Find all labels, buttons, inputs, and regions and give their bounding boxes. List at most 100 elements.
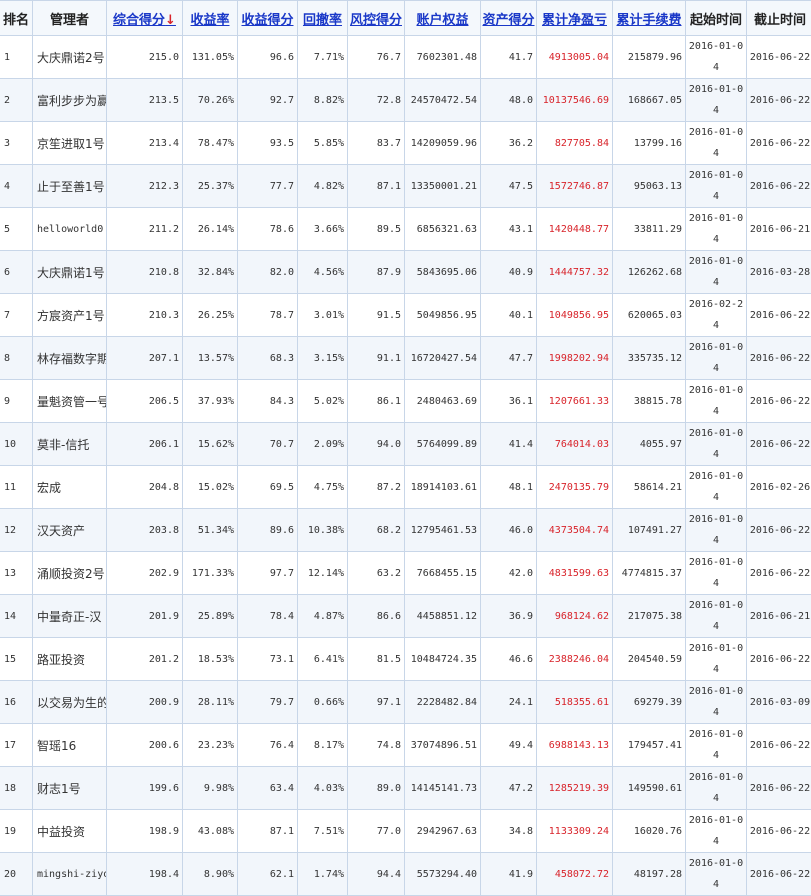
cell-fees: 179457.41: [613, 724, 686, 767]
cell-total-score: 206.5: [107, 380, 183, 423]
cell-rank: 19: [0, 810, 33, 853]
cell-asset-score: 47.7: [481, 337, 537, 380]
sort-drawdown[interactable]: 回撤率: [298, 1, 348, 36]
cell-end-time: 2016-06-22: [747, 36, 811, 79]
cell-return-rate: 51.34%: [183, 509, 238, 552]
cell-pnl: 4373504.74: [537, 509, 613, 552]
cell-drawdown: 4.56%: [298, 251, 348, 294]
sort-desc-arrow-icon: ↓: [165, 13, 176, 28]
table-row: 13涌顺投资2号202.9171.33%97.712.14%63.2766845…: [0, 552, 811, 595]
cell-start-time: 2016-02-24: [686, 294, 747, 337]
cell-pnl: 1133309.24: [537, 810, 613, 853]
table-row: 3京笙进取1号213.478.47%93.55.85%83.714209059.…: [0, 122, 811, 165]
cell-start-time: 2016-01-04: [686, 423, 747, 466]
cell-equity: 18914103.61: [405, 466, 481, 509]
cell-drawdown: 1.74%: [298, 853, 348, 896]
cell-return-rate: 25.89%: [183, 595, 238, 638]
table-row: 12汉天资产203.851.34%89.610.38%68.212795461.…: [0, 509, 811, 552]
cell-equity: 14145141.73: [405, 767, 481, 810]
cell-risk-score: 77.0: [348, 810, 405, 853]
sort-return-rate[interactable]: 收益率: [183, 1, 238, 36]
cell-asset-score: 36.1: [481, 380, 537, 423]
cell-return-rate: 32.84%: [183, 251, 238, 294]
cell-pnl: 1049856.95: [537, 294, 613, 337]
cell-risk-score: 86.6: [348, 595, 405, 638]
cell-return-score: 70.7: [238, 423, 298, 466]
table-row: 19中益投资198.943.08%87.17.51%77.02942967.63…: [0, 810, 811, 853]
cell-end-time: 2016-06-22: [747, 165, 811, 208]
table-row: 18财志1号199.69.98%63.44.03%89.014145141.73…: [0, 767, 811, 810]
cell-start-time: 2016-01-04: [686, 208, 747, 251]
cell-drawdown: 4.87%: [298, 595, 348, 638]
header-total-score-label: 综合得分: [113, 13, 165, 28]
table-row: 4止于至善1号212.325.37%77.74.82%87.113350001.…: [0, 165, 811, 208]
cell-risk-score: 97.1: [348, 681, 405, 724]
cell-end-time: 2016-06-22: [747, 638, 811, 681]
table-row: 9量魁资管一号206.537.93%84.35.02%86.12480463.6…: [0, 380, 811, 423]
table-row: 17智瑶16200.623.23%76.48.17%74.837074896.5…: [0, 724, 811, 767]
cell-fees: 69279.39: [613, 681, 686, 724]
cell-fees: 38815.78: [613, 380, 686, 423]
cell-end-time: 2016-06-22: [747, 337, 811, 380]
sort-return-score[interactable]: 收益得分: [238, 1, 298, 36]
cell-start-time: 2016-01-04: [686, 681, 747, 724]
cell-manager: 中量奇正-汉: [33, 595, 107, 638]
cell-start-time: 2016-01-04: [686, 509, 747, 552]
cell-fees: 16020.76: [613, 810, 686, 853]
cell-equity: 14209059.96: [405, 122, 481, 165]
cell-start-time: 2016-01-04: [686, 79, 747, 122]
cell-end-time: 2016-03-28: [747, 251, 811, 294]
cell-total-score: 199.6: [107, 767, 183, 810]
sort-pnl[interactable]: 累计净盈亏: [537, 1, 613, 36]
cell-drawdown: 2.09%: [298, 423, 348, 466]
table-row: 8林存福数字期207.113.57%68.33.15%91.116720427.…: [0, 337, 811, 380]
cell-risk-score: 81.5: [348, 638, 405, 681]
cell-rank: 16: [0, 681, 33, 724]
cell-manager: 量魁资管一号: [33, 380, 107, 423]
cell-risk-score: 86.1: [348, 380, 405, 423]
cell-end-time: 2016-06-22: [747, 79, 811, 122]
cell-pnl: 1572746.87: [537, 165, 613, 208]
cell-manager: 智瑶16: [33, 724, 107, 767]
cell-total-score: 202.9: [107, 552, 183, 595]
cell-return-score: 62.1: [238, 853, 298, 896]
cell-total-score: 207.1: [107, 337, 183, 380]
cell-return-rate: 18.53%: [183, 638, 238, 681]
cell-pnl: 968124.62: [537, 595, 613, 638]
cell-return-score: 69.5: [238, 466, 298, 509]
sort-risk-score[interactable]: 风控得分: [348, 1, 405, 36]
cell-start-time: 2016-01-04: [686, 767, 747, 810]
cell-equity: 6856321.63: [405, 208, 481, 251]
cell-asset-score: 47.2: [481, 767, 537, 810]
cell-asset-score: 49.4: [481, 724, 537, 767]
cell-risk-score: 83.7: [348, 122, 405, 165]
cell-total-score: 211.2: [107, 208, 183, 251]
sort-total-score[interactable]: 综合得分↓: [107, 1, 183, 36]
cell-fees: 107491.27: [613, 509, 686, 552]
sort-asset-score[interactable]: 资产得分: [481, 1, 537, 36]
cell-start-time: 2016-01-04: [686, 724, 747, 767]
cell-return-rate: 28.11%: [183, 681, 238, 724]
cell-total-score: 203.8: [107, 509, 183, 552]
cell-rank: 17: [0, 724, 33, 767]
cell-fees: 33811.29: [613, 208, 686, 251]
cell-manager: 路亚投资: [33, 638, 107, 681]
cell-rank: 8: [0, 337, 33, 380]
header-row: 排名 管理者 综合得分↓ 收益率 收益得分 回撤率 风控得分 账户权益 资产得分…: [0, 1, 811, 36]
sort-equity[interactable]: 账户权益: [405, 1, 481, 36]
header-manager: 管理者: [33, 1, 107, 36]
cell-start-time: 2016-01-04: [686, 380, 747, 423]
sort-fees[interactable]: 累计手续费: [613, 1, 686, 36]
cell-risk-score: 72.8: [348, 79, 405, 122]
cell-end-time: 2016-06-22: [747, 294, 811, 337]
table-row: 20mingshi-ziyo198.48.90%62.11.74%94.4557…: [0, 853, 811, 896]
table-row: 14中量奇正-汉201.925.89%78.44.87%86.64458851.…: [0, 595, 811, 638]
cell-asset-score: 41.7: [481, 36, 537, 79]
cell-end-time: 2016-06-22: [747, 423, 811, 466]
cell-return-rate: 15.62%: [183, 423, 238, 466]
cell-equity: 4458851.12: [405, 595, 481, 638]
cell-asset-score: 41.4: [481, 423, 537, 466]
cell-drawdown: 8.17%: [298, 724, 348, 767]
cell-manager: 大庆鼎诺2号: [33, 36, 107, 79]
cell-pnl: 827705.84: [537, 122, 613, 165]
